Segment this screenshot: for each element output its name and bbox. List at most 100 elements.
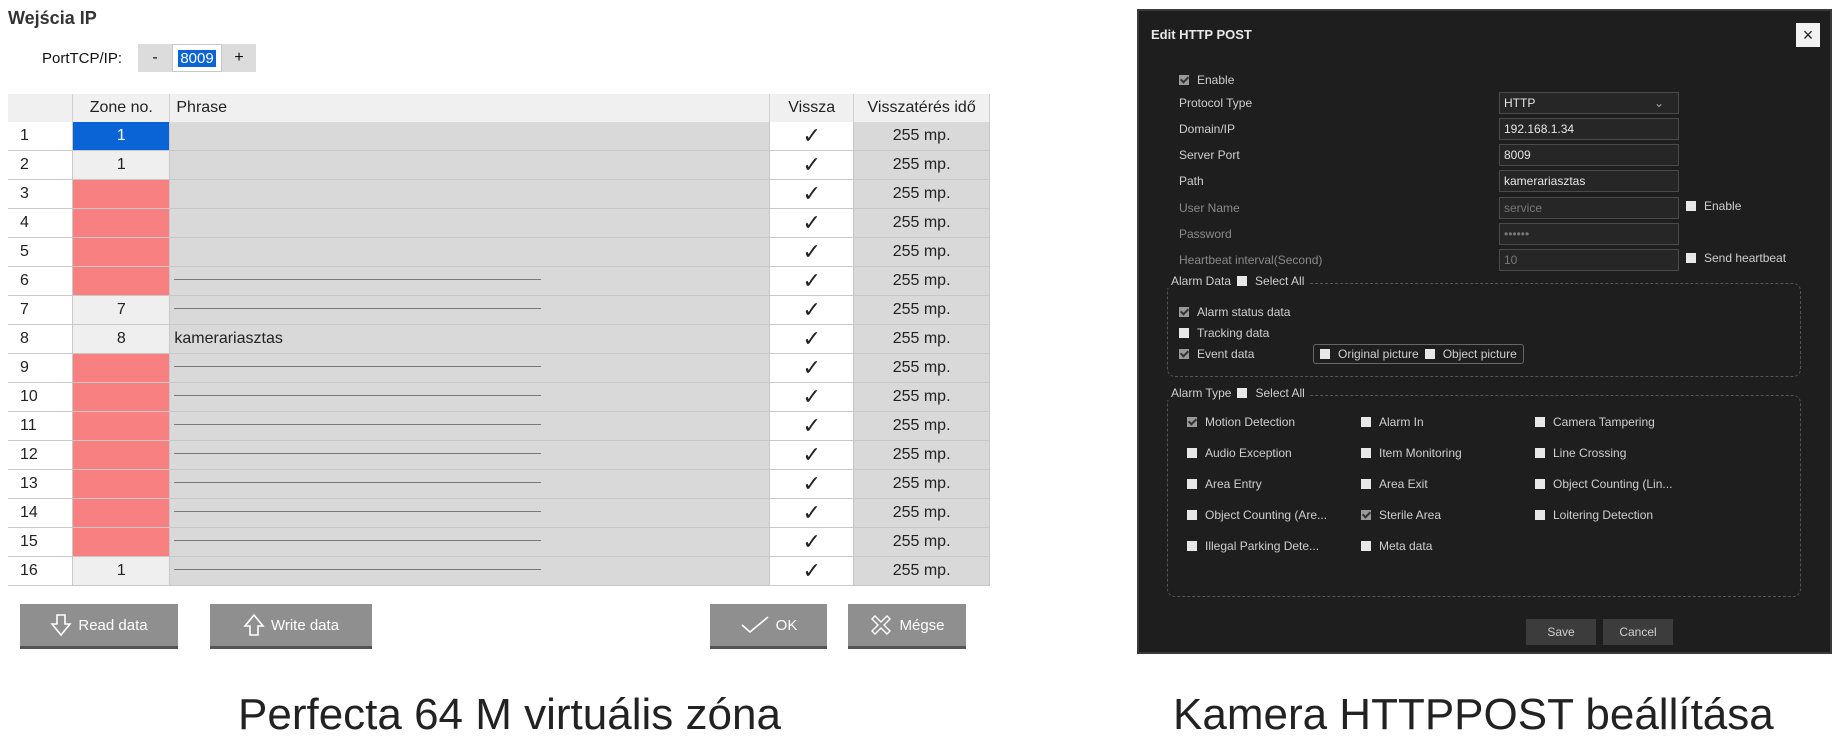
phrase-cell[interactable] bbox=[169, 237, 771, 267]
vissza-check[interactable]: ✓ bbox=[769, 411, 855, 441]
phrase-cell[interactable] bbox=[169, 469, 771, 499]
dialog-cancel-button[interactable]: Cancel bbox=[1603, 619, 1673, 645]
vissza-check[interactable]: ✓ bbox=[769, 469, 855, 499]
alarm-status-checkbox[interactable]: Alarm status data bbox=[1179, 305, 1290, 319]
save-button[interactable]: Save bbox=[1526, 619, 1596, 645]
table-row[interactable]: 2 1 ✓ 255 mp. bbox=[8, 150, 990, 180]
alarm-type-checkbox[interactable]: Camera Tampering bbox=[1535, 415, 1655, 429]
server-port-field[interactable]: 8009 bbox=[1499, 144, 1679, 166]
port-increment-button[interactable]: + bbox=[222, 44, 257, 72]
write-data-button[interactable]: Write data bbox=[210, 604, 372, 649]
table-row[interactable]: 4 ✓ 255 mp. bbox=[8, 208, 990, 238]
domain-ip-field[interactable]: 192.168.1.34 bbox=[1499, 118, 1679, 140]
tracking-checkbox[interactable]: Tracking data bbox=[1179, 326, 1269, 340]
path-field[interactable]: kamerariasztas bbox=[1499, 170, 1679, 192]
table-row[interactable]: 15 ✓ 255 mp. bbox=[8, 527, 990, 557]
alarm-type-checkbox[interactable]: Sterile Area bbox=[1361, 508, 1441, 522]
table-row[interactable]: 8 8 kamerariasztas ✓ 255 mp. bbox=[8, 324, 990, 354]
vissza-check[interactable]: ✓ bbox=[769, 556, 855, 586]
user-name-field[interactable]: service bbox=[1499, 197, 1679, 219]
table-row[interactable]: 5 ✓ 255 mp. bbox=[8, 237, 990, 267]
alarm-type-checkbox[interactable]: Line Crossing bbox=[1535, 446, 1626, 460]
zone-cell[interactable]: 7 bbox=[72, 295, 171, 325]
vissza-check[interactable]: ✓ bbox=[769, 353, 855, 383]
send-heartbeat-checkbox[interactable]: Send heartbeat bbox=[1686, 247, 1786, 269]
zone-cell[interactable]: 1 bbox=[72, 556, 171, 586]
return-time-cell[interactable]: 255 mp. bbox=[853, 353, 990, 383]
vissza-check[interactable]: ✓ bbox=[769, 179, 855, 209]
alarm-type-checkbox[interactable]: Meta data bbox=[1361, 539, 1432, 553]
zone-cell[interactable] bbox=[72, 411, 171, 441]
table-row[interactable]: 9 ✓ 255 mp. bbox=[8, 353, 990, 383]
vissza-check[interactable]: ✓ bbox=[769, 122, 855, 151]
phrase-cell[interactable] bbox=[169, 295, 771, 325]
table-row[interactable]: 16 1 ✓ 255 mp. bbox=[8, 556, 990, 586]
zone-cell[interactable] bbox=[72, 527, 171, 557]
return-time-cell[interactable]: 255 mp. bbox=[853, 527, 990, 557]
phrase-cell[interactable] bbox=[169, 266, 771, 296]
phrase-cell[interactable] bbox=[169, 527, 771, 557]
object-picture-checkbox[interactable] bbox=[1424, 349, 1435, 359]
original-picture-checkbox[interactable] bbox=[1320, 349, 1330, 359]
zone-cell[interactable] bbox=[72, 498, 171, 528]
vissza-check[interactable]: ✓ bbox=[769, 208, 855, 238]
zone-cell[interactable] bbox=[72, 179, 171, 209]
user-enable-checkbox[interactable]: Enable bbox=[1686, 195, 1741, 217]
vissza-check[interactable]: ✓ bbox=[769, 237, 855, 267]
phrase-cell[interactable] bbox=[169, 556, 771, 586]
vissza-check[interactable]: ✓ bbox=[769, 324, 855, 354]
vissza-check[interactable]: ✓ bbox=[769, 498, 855, 528]
zone-cell[interactable]: 1 bbox=[72, 150, 171, 180]
phrase-cell[interactable] bbox=[169, 382, 771, 412]
alarm-type-checkbox[interactable]: Object Counting (Are... bbox=[1187, 508, 1327, 522]
phrase-cell[interactable] bbox=[169, 440, 771, 470]
table-row[interactable]: 11 ✓255 mp. bbox=[8, 122, 990, 151]
cancel-button[interactable]: Mégse bbox=[848, 604, 966, 649]
phrase-cell[interactable] bbox=[169, 150, 771, 180]
enable-checkbox[interactable]: Enable bbox=[1179, 69, 1234, 91]
return-time-cell[interactable]: 255 mp. bbox=[853, 266, 990, 296]
select-all-alarm-type-checkbox[interactable] bbox=[1237, 388, 1248, 398]
phrase-cell[interactable]: kamerariasztas bbox=[169, 324, 771, 354]
return-time-cell[interactable]: 255 mp. bbox=[853, 440, 990, 470]
event-data-checkbox[interactable]: Event data bbox=[1179, 347, 1254, 361]
alarm-type-checkbox[interactable]: Illegal Parking Dete... bbox=[1187, 539, 1319, 553]
return-time-cell[interactable]: 255 mp. bbox=[853, 237, 990, 267]
table-row[interactable]: 3 ✓ 255 mp. bbox=[8, 179, 990, 209]
alarm-type-checkbox[interactable]: Alarm In bbox=[1361, 415, 1424, 429]
read-data-button[interactable]: Read data bbox=[20, 604, 178, 649]
return-time-cell[interactable]: 255 mp. bbox=[853, 179, 990, 209]
return-time-cell[interactable]: 255 mp. bbox=[853, 324, 990, 354]
table-row[interactable]: 6 ✓ 255 mp. bbox=[8, 266, 990, 296]
return-time-cell[interactable]: 255 mp. bbox=[853, 498, 990, 528]
alarm-type-checkbox[interactable]: Audio Exception bbox=[1187, 446, 1292, 460]
alarm-type-checkbox[interactable]: Motion Detection bbox=[1187, 415, 1295, 429]
vissza-check[interactable]: ✓ bbox=[769, 266, 855, 296]
phrase-cell[interactable] bbox=[169, 498, 771, 528]
return-time-cell[interactable]: 255 mp. bbox=[853, 295, 990, 325]
return-time-cell[interactable]: 255 mp. bbox=[853, 556, 990, 586]
zone-cell[interactable] bbox=[72, 440, 171, 470]
return-time-cell[interactable]: 255 mp. bbox=[853, 382, 990, 412]
return-time-cell[interactable]: 255 mp. bbox=[853, 150, 990, 180]
heartbeat-field[interactable]: 10 bbox=[1499, 249, 1679, 271]
phrase-cell[interactable] bbox=[169, 179, 771, 209]
vissza-check[interactable]: ✓ bbox=[769, 527, 855, 557]
zone-cell[interactable] bbox=[72, 353, 171, 383]
vissza-check[interactable]: ✓ bbox=[769, 150, 855, 180]
zone-cell[interactable]: 1 bbox=[72, 122, 171, 151]
protocol-type-select[interactable]: HTTP ⌄ bbox=[1499, 92, 1679, 114]
alarm-type-checkbox[interactable]: Item Monitoring bbox=[1361, 446, 1462, 460]
alarm-type-checkbox[interactable]: Object Counting (Lin... bbox=[1535, 477, 1672, 491]
port-decrement-button[interactable]: - bbox=[138, 44, 173, 72]
zone-cell[interactable] bbox=[72, 266, 171, 296]
table-row[interactable]: 14 ✓ 255 mp. bbox=[8, 498, 990, 528]
ok-button[interactable]: OK bbox=[710, 604, 827, 649]
return-time-cell[interactable]: 255 mp. bbox=[853, 208, 990, 238]
table-row[interactable]: 7 7 ✓ 255 mp. bbox=[8, 295, 990, 325]
select-all-alarm-data-checkbox[interactable] bbox=[1237, 276, 1248, 286]
vissza-check[interactable]: ✓ bbox=[769, 440, 855, 470]
vissza-check[interactable]: ✓ bbox=[769, 295, 855, 325]
phrase-cell[interactable] bbox=[169, 353, 771, 383]
alarm-type-checkbox[interactable]: Area Exit bbox=[1361, 477, 1428, 491]
